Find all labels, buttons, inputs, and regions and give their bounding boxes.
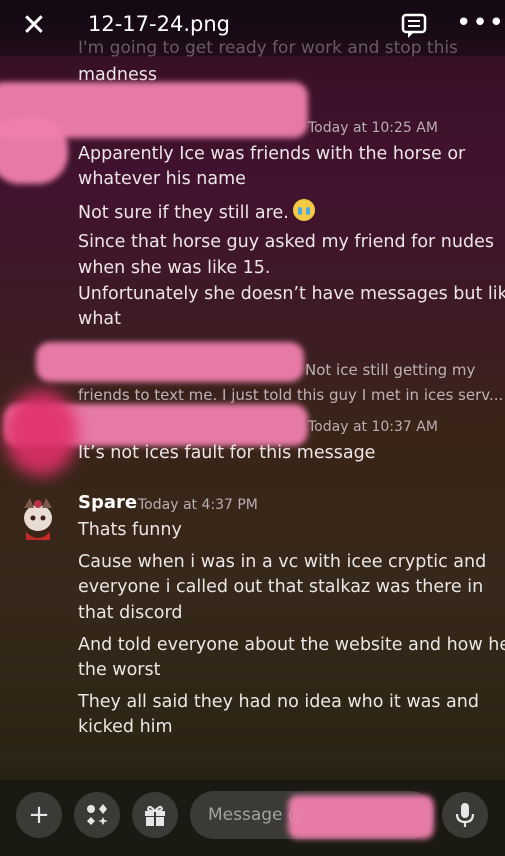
- more-icon[interactable]: •••: [456, 8, 505, 38]
- message-line: It’s not ices fault for this message: [78, 443, 376, 463]
- apps-icon: [87, 804, 108, 825]
- crying-emoji: [292, 199, 315, 221]
- message-line: everyone i called out that stalkaz was t…: [78, 577, 484, 597]
- reply-preview[interactable]: Not ice still getting my: [305, 361, 475, 379]
- previous-message-line: I'm going to get ready for work and stop…: [78, 38, 458, 58]
- gift-button[interactable]: [132, 792, 178, 838]
- message-line: They all said they had no idea who it wa…: [78, 692, 479, 712]
- message-line: when she was like 15.: [78, 258, 271, 278]
- message-line: that discord: [78, 603, 183, 623]
- username[interactable]: Spare: [78, 492, 137, 513]
- timestamp: Today at 4:37 PM: [138, 497, 258, 513]
- message-line: And told everyone about the website and …: [78, 635, 505, 655]
- avatar[interactable]: [16, 494, 60, 542]
- message-line: Cause when i was in a vc with icee crypt…: [78, 552, 487, 572]
- message-line: Unfortunately she doesn’t have messages …: [78, 284, 505, 304]
- message-line: Thats funny: [78, 520, 182, 540]
- message-line: what: [78, 309, 121, 329]
- timestamp: Today at 10:25 AM: [308, 120, 438, 136]
- file-title: 12-17-24.png: [88, 12, 230, 36]
- message-line: Since that horse guy asked my friend for…: [78, 232, 494, 252]
- message-line: the worst: [78, 660, 161, 680]
- thread-icon[interactable]: [400, 12, 430, 40]
- redacted-recipient: [288, 795, 434, 839]
- mic-icon: [455, 803, 475, 827]
- voice-message-button[interactable]: [442, 792, 488, 838]
- message-line: Not sure if they still are.: [78, 199, 315, 226]
- add-attachment-button[interactable]: +: [16, 792, 62, 838]
- redacted-avatar: [4, 390, 78, 476]
- redacted-reply-name: [36, 342, 304, 382]
- timestamp: Today at 10:37 AM: [308, 419, 438, 435]
- message-line: Apparently Ice was friends with the hors…: [78, 144, 466, 164]
- close-icon[interactable]: ✕: [18, 10, 50, 42]
- message-line: whatever his name: [78, 169, 246, 189]
- gift-icon: [145, 805, 165, 826]
- redacted-avatar: [0, 118, 68, 184]
- apps-button[interactable]: [74, 792, 120, 838]
- reply-preview[interactable]: friends to text me. I just told this guy…: [78, 386, 503, 404]
- message-line: kicked him: [78, 717, 173, 737]
